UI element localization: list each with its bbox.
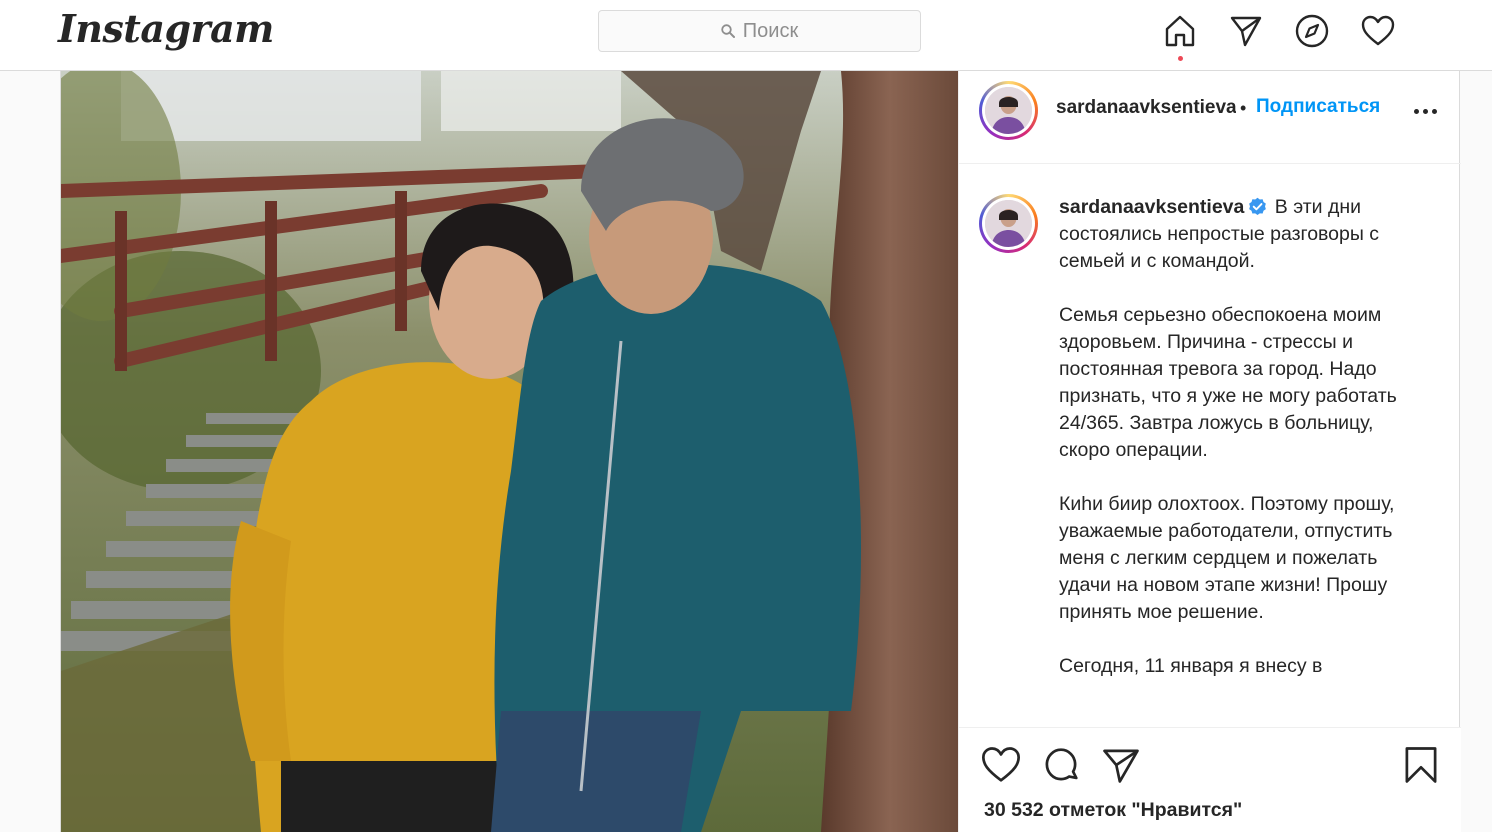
more-options-icon (1413, 108, 1419, 114)
caption-username[interactable]: sardanaavksentieva (1059, 196, 1244, 218)
separator-dot: • (1240, 98, 1247, 118)
like-button[interactable] (979, 743, 1023, 787)
like-heart-icon (982, 747, 1020, 782)
more-options-button[interactable] (1409, 99, 1441, 123)
comment-icon (1045, 748, 1078, 781)
activity-button[interactable] (1359, 12, 1397, 50)
explore-icon (1295, 14, 1329, 48)
bookmark-icon (1405, 747, 1437, 783)
search-icon (721, 24, 735, 38)
share-icon (1103, 749, 1139, 783)
home-icon (1165, 15, 1195, 47)
avatar-image (985, 87, 1032, 134)
post-photo-illustration (61, 71, 958, 832)
direct-icon (1230, 16, 1262, 47)
search-input[interactable]: Поиск (598, 10, 921, 52)
likes-count[interactable]: 30 532 отметок "Нравится" (984, 799, 1242, 822)
post-caption: sardanaavksentieva В эти дни состоялись … (1059, 194, 1419, 680)
caption-body: В эти дни состоялись непростые разговоры… (1059, 196, 1397, 677)
instagram-logo[interactable]: Instagram (58, 6, 274, 51)
direct-button[interactable] (1227, 12, 1265, 50)
caption-avatar-image (985, 200, 1032, 247)
caption-author-avatar[interactable] (979, 194, 1038, 253)
verified-badge-icon (1249, 197, 1267, 216)
caption-scroll-area[interactable]: sardanaavksentieva В эти дни состоялись … (959, 164, 1461, 727)
post-side-panel: sardanaavksentieva • Подписаться sardana… (958, 71, 1461, 832)
post-actions: 30 532 отметок "Нравится" (959, 727, 1461, 832)
search-placeholder: Поиск (742, 19, 799, 42)
top-navigation-bar: Instagram Поиск (0, 0, 1492, 71)
activity-heart-icon (1361, 15, 1395, 46)
header-username[interactable]: sardanaavksentieva (1056, 97, 1236, 119)
post-card: sardanaavksentieva • Подписаться sardana… (60, 71, 1461, 832)
explore-button[interactable] (1293, 12, 1331, 50)
share-button[interactable] (1099, 743, 1143, 787)
post-photo[interactable] (61, 71, 958, 832)
comment-button[interactable] (1039, 743, 1083, 787)
author-avatar[interactable] (979, 81, 1038, 140)
active-page-indicator (1178, 56, 1183, 61)
follow-button[interactable]: Подписаться (1256, 96, 1380, 118)
save-button[interactable] (1399, 743, 1443, 787)
home-button[interactable] (1161, 12, 1199, 50)
post-header: sardanaavksentieva • Подписаться (959, 71, 1461, 164)
